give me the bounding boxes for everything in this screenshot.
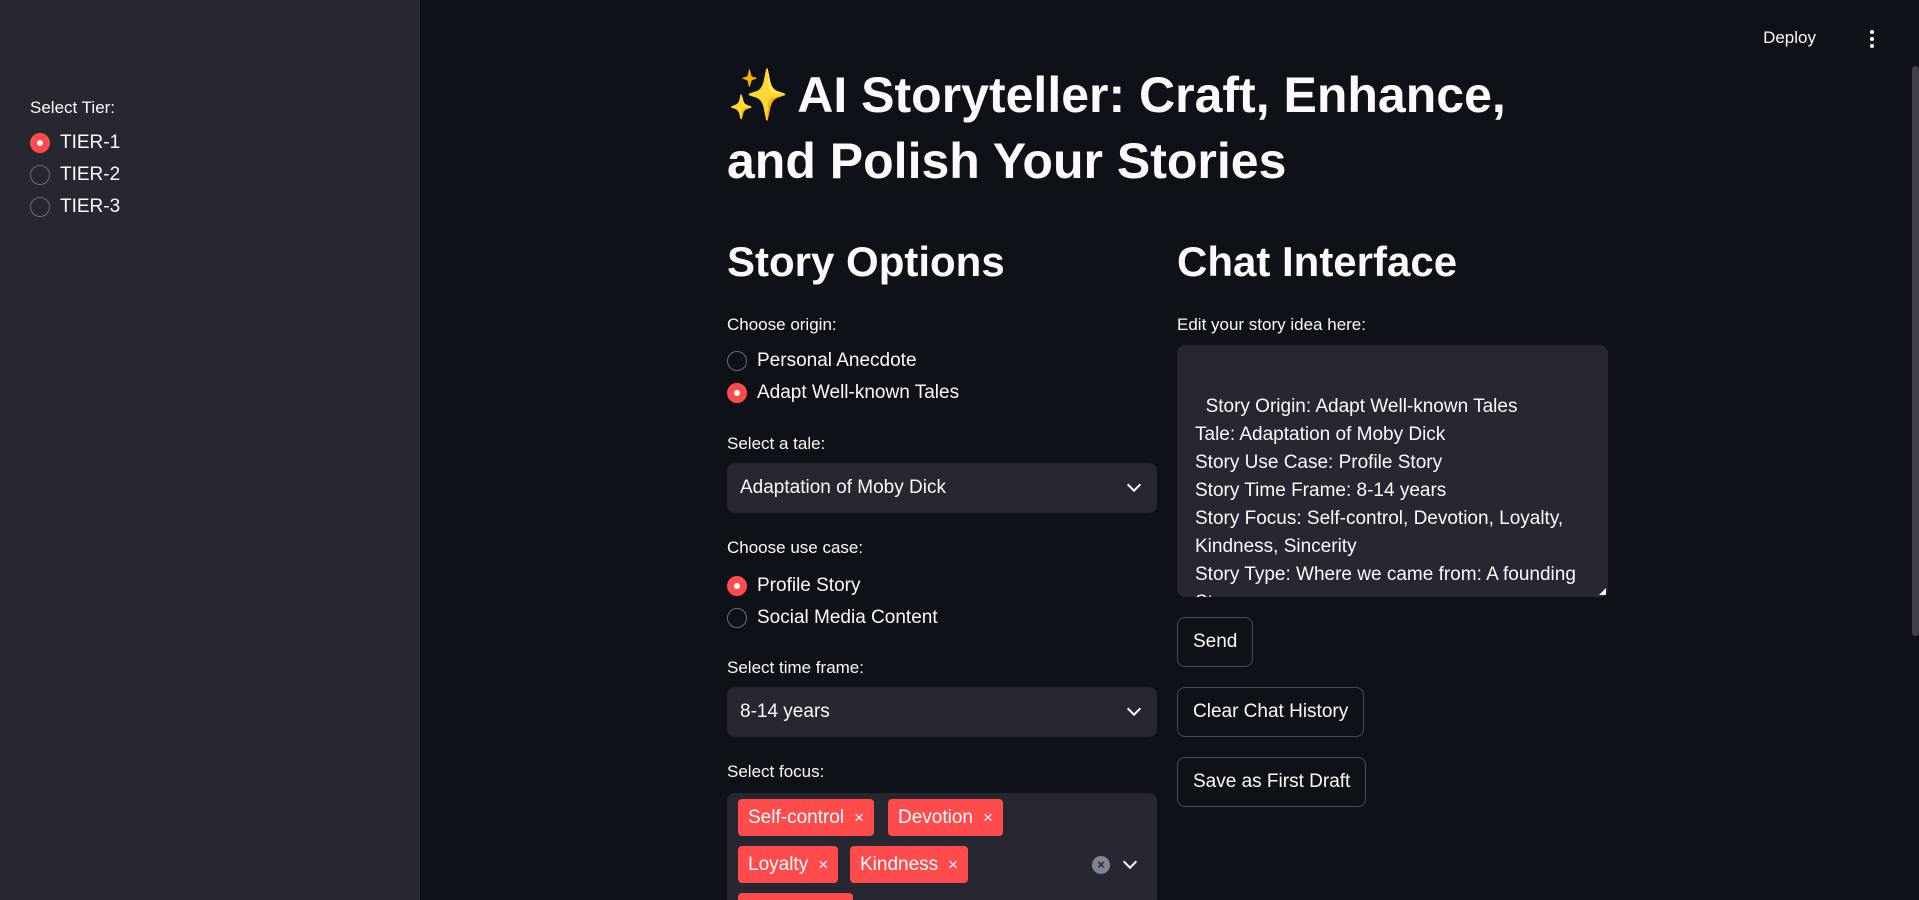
time-frame-select-value: 8-14 years — [740, 701, 830, 722]
tag-label: Kindness — [860, 853, 939, 875]
radio-unchecked-icon — [30, 165, 50, 185]
radio-unchecked-icon — [727, 608, 747, 628]
radio-checked-icon — [727, 383, 747, 403]
radio-tier-2[interactable]: TIER-2 — [30, 164, 120, 186]
radio-social-media[interactable]: Social Media Content — [727, 607, 938, 629]
story-idea-text: Story Origin: Adapt Well-known Tales Tal… — [1195, 396, 1576, 597]
radio-label: TIER-3 — [60, 196, 121, 217]
sparkle-icon: ✨ — [727, 67, 790, 123]
use-case-label: Choose use case: — [727, 538, 864, 557]
tag-label: Devotion — [898, 806, 973, 828]
radio-unchecked-icon — [727, 351, 747, 371]
focus-label: Select focus: — [727, 762, 825, 781]
page-title: ✨ AI Storyteller: Craft, Enhance, and Pol… — [727, 62, 1587, 194]
time-frame-label: Select time frame: — [727, 658, 864, 677]
radio-label: Personal Anecdote — [757, 350, 917, 371]
remove-tag-icon[interactable]: × — [818, 855, 828, 875]
tag-label: Self-control — [748, 806, 845, 828]
radio-label: Social Media Content — [757, 607, 938, 628]
save-first-draft-button[interactable]: Save as First Draft — [1177, 757, 1367, 807]
tale-select[interactable]: Adaptation of Moby Dick — [727, 463, 1157, 513]
radio-personal-anecdote[interactable]: Personal Anecdote — [727, 350, 917, 372]
radio-label: Profile Story — [757, 575, 861, 596]
focus-tag-partial — [738, 893, 853, 900]
time-frame-select[interactable]: 8-14 years — [727, 687, 1157, 737]
tier-label: Select Tier: — [30, 98, 116, 117]
radio-checked-icon — [30, 133, 50, 153]
radio-label: TIER-1 — [60, 132, 121, 153]
chevron-down-icon — [1126, 477, 1142, 493]
page-title-text: AI Storyteller: Craft, Enhance, and Poli… — [727, 67, 1506, 189]
radio-profile-story[interactable]: Profile Story — [727, 575, 860, 597]
resize-handle-icon[interactable] — [1599, 588, 1606, 595]
kebab-menu-icon[interactable] — [1869, 30, 1875, 50]
focus-tag: Devotion × — [888, 799, 1003, 836]
textarea-label: Edit your story idea here: — [1177, 315, 1366, 334]
story-options-heading: Story Options — [727, 238, 1005, 285]
tag-label: Loyalty — [748, 853, 809, 875]
focus-tag: Self-control × — [738, 799, 875, 836]
radio-label: TIER-2 — [60, 164, 121, 185]
radio-checked-icon — [727, 576, 747, 596]
clear-all-icon[interactable]: × — [1092, 856, 1110, 874]
story-idea-textarea[interactable]: Story Origin: Adapt Well-known Tales Tal… — [1177, 345, 1608, 597]
focus-tag: Loyalty × — [738, 846, 839, 883]
scrollbar[interactable] — [1912, 66, 1919, 636]
remove-tag-icon[interactable]: × — [948, 855, 958, 875]
radio-label: Adapt Well-known Tales — [757, 382, 960, 403]
chat-interface-heading: Chat Interface — [1177, 238, 1458, 285]
remove-tag-icon[interactable]: × — [983, 808, 993, 828]
deploy-button[interactable]: Deploy — [1763, 28, 1816, 48]
origin-label: Choose origin: — [727, 315, 837, 334]
radio-tier-1[interactable]: TIER-1 — [30, 132, 120, 154]
clear-chat-history-button[interactable]: Clear Chat History — [1177, 687, 1365, 737]
radio-unchecked-icon — [30, 197, 50, 217]
remove-tag-icon[interactable]: × — [854, 808, 864, 828]
radio-adapt-tales[interactable]: Adapt Well-known Tales — [727, 382, 959, 404]
radio-tier-3[interactable]: TIER-3 — [30, 196, 120, 218]
send-button[interactable]: Send — [1177, 617, 1254, 667]
chevron-down-icon — [1126, 701, 1142, 717]
tale-label: Select a tale: — [727, 434, 826, 453]
sidebar: Select Tier: TIER-1 TIER-2 TIER-3 — [0, 0, 420, 900]
tale-select-value: Adaptation of Moby Dick — [740, 477, 946, 498]
focus-tag: Kindness × — [850, 846, 969, 883]
